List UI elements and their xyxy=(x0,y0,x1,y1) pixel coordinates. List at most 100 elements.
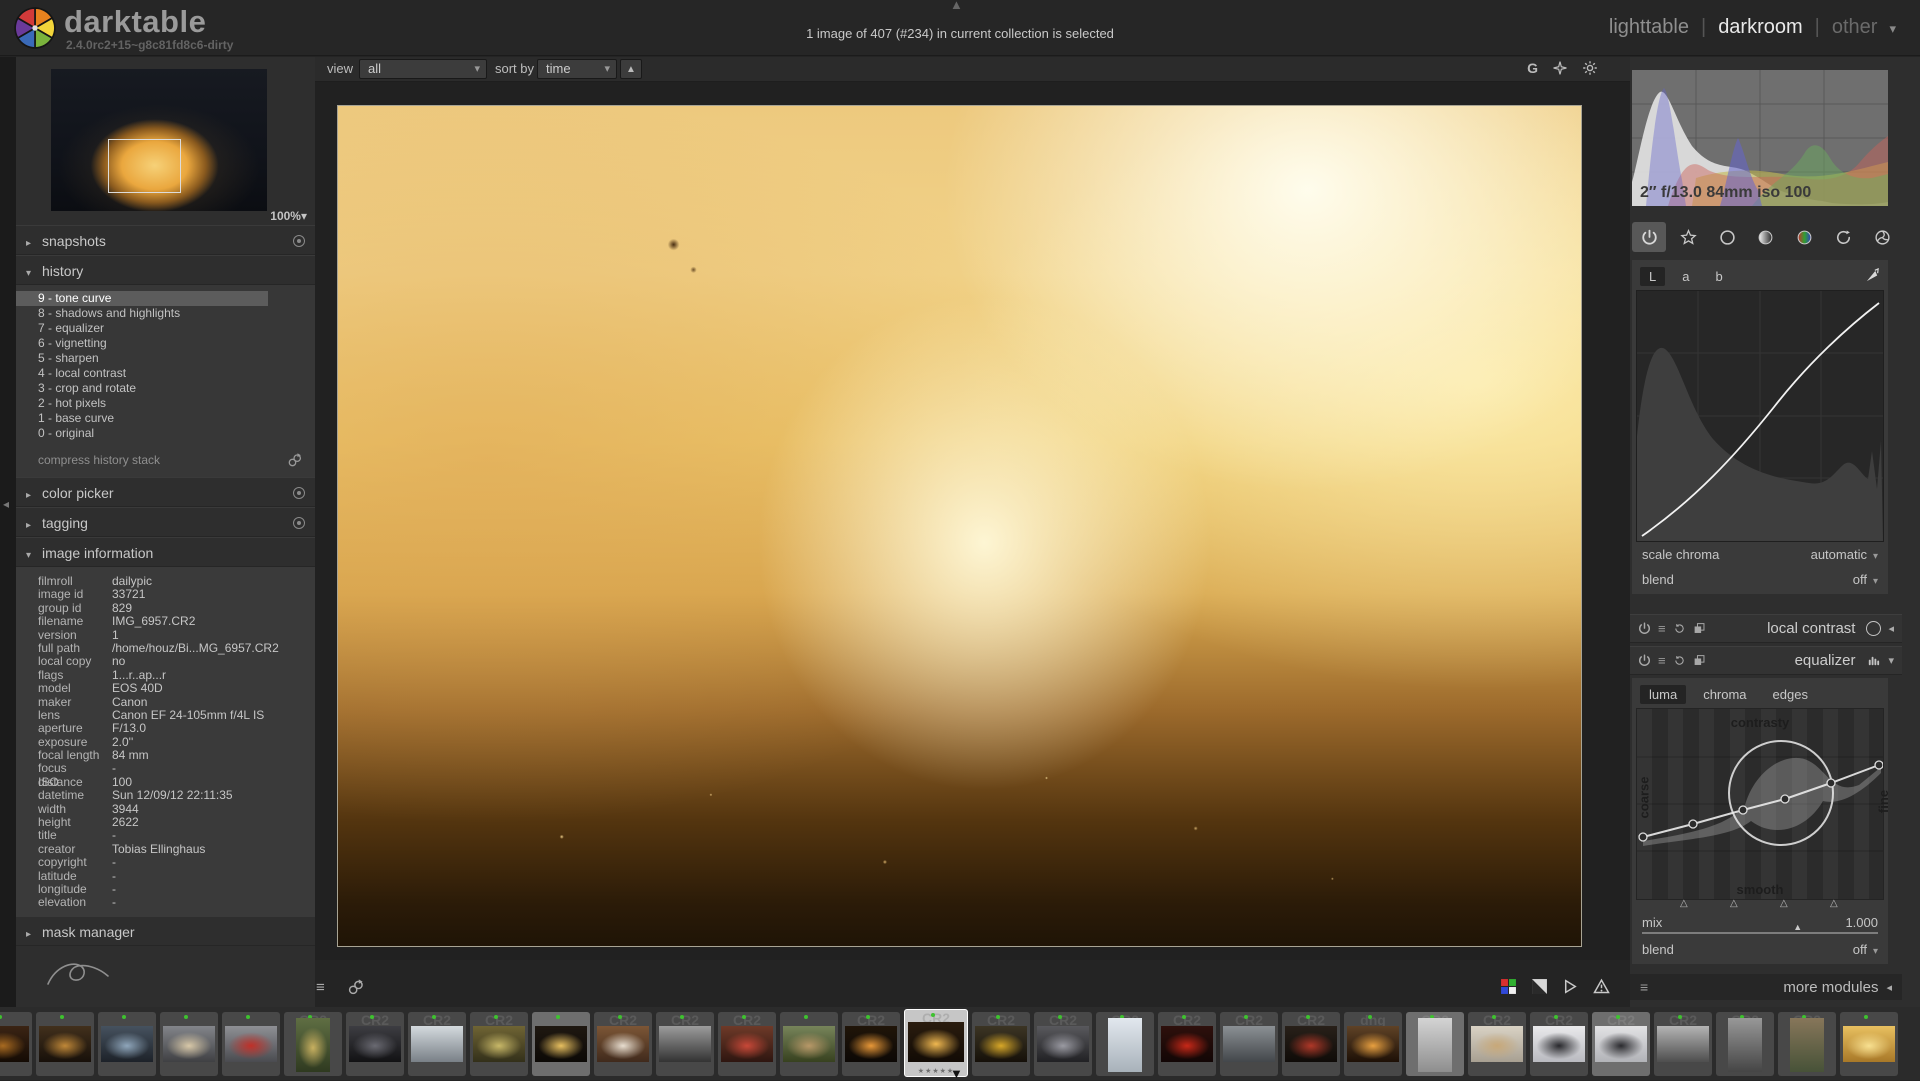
module-reset-icon[interactable] xyxy=(1673,654,1686,667)
zoom-level[interactable]: 100%▾ xyxy=(270,209,307,223)
view-filter-dropdown[interactable]: all▾ xyxy=(359,59,487,79)
view-other[interactable]: other xyxy=(1832,16,1878,38)
filmstrip-thumbnail[interactable]: CR2 xyxy=(1654,1012,1712,1076)
filmstrip-thumbnail[interactable] xyxy=(0,1012,32,1076)
tab-edges[interactable]: edges xyxy=(1764,685,1817,704)
gamut-check-icon[interactable] xyxy=(1500,978,1517,995)
history-item[interactable]: 4 - local contrast xyxy=(16,366,315,381)
equalizer-graph[interactable]: contrasty smooth coarse fine xyxy=(1636,708,1884,900)
filmstrip-thumbnail[interactable]: CR2 xyxy=(1282,1012,1340,1076)
module-expander-icon[interactable]: ▾ xyxy=(1888,654,1894,667)
sort-direction-button[interactable]: ▲ xyxy=(620,59,642,79)
filmstrip-thumbnail[interactable] xyxy=(160,1012,218,1076)
left-panel-collapse-icon[interactable]: ◂ xyxy=(3,497,9,511)
history-item[interactable]: 5 - sharpen xyxy=(16,351,315,366)
section-snapshots[interactable]: ▸snapshots xyxy=(16,225,315,255)
group-active-modules-icon[interactable] xyxy=(1632,222,1666,252)
history-item[interactable]: 0 - original xyxy=(16,426,315,441)
filmstrip-thumbnail[interactable] xyxy=(780,1012,838,1076)
module-presets-icon[interactable]: ≡ xyxy=(1658,621,1666,636)
warning-icon[interactable] xyxy=(1593,978,1610,995)
filmstrip-thumbnail[interactable]: CR2 xyxy=(1406,1012,1464,1076)
slider-track[interactable] xyxy=(1642,932,1878,934)
color-picker-icon[interactable] xyxy=(1865,268,1880,283)
tab-L[interactable]: L xyxy=(1640,267,1665,286)
group-tone-icon[interactable] xyxy=(1749,222,1783,252)
module-instance-icon[interactable] xyxy=(1693,622,1706,635)
section-history[interactable]: ▾history xyxy=(16,255,315,285)
tab-b[interactable]: b xyxy=(1706,267,1731,286)
tab-chroma[interactable]: chroma xyxy=(1694,685,1755,704)
main-image[interactable] xyxy=(337,105,1582,947)
filmstrip-thumbnail[interactable]: CR2 xyxy=(718,1012,776,1076)
filmstrip-thumbnail[interactable]: CR2 xyxy=(1530,1012,1588,1076)
filmstrip-thumbnail[interactable]: CR2 xyxy=(470,1012,528,1076)
history-item[interactable]: 7 - equalizer xyxy=(16,321,315,336)
module-presets-icon[interactable]: ≡ xyxy=(1658,653,1666,668)
more-modules-bar[interactable]: ≡ more modules ◂ xyxy=(1630,974,1902,1000)
tab-a[interactable]: a xyxy=(1673,267,1698,286)
menu-icon[interactable]: ≡ xyxy=(1640,979,1648,995)
section-color-picker[interactable]: ▸color picker xyxy=(16,477,315,507)
scale-chroma-row[interactable]: scale chroma automatic▾ xyxy=(1632,542,1888,567)
view-lighttable[interactable]: lighttable xyxy=(1609,16,1689,38)
blending-icon[interactable] xyxy=(1866,653,1881,668)
history-item[interactable]: 9 - tone curve xyxy=(16,291,268,306)
filmstrip-thumbnail[interactable]: CR2 xyxy=(346,1012,404,1076)
module-title[interactable]: equalizer xyxy=(1713,652,1856,669)
filmstrip-thumbnail[interactable]: CR2 xyxy=(1158,1012,1216,1076)
filmstrip-thumbnail[interactable] xyxy=(98,1012,156,1076)
module-power-icon[interactable] xyxy=(1638,622,1651,635)
group-favorites-icon[interactable] xyxy=(1671,222,1705,252)
group-effects-icon[interactable] xyxy=(1865,222,1899,252)
blend-value[interactable]: off xyxy=(1853,572,1867,587)
blend-row[interactable]: blend off▾ xyxy=(1632,567,1888,592)
top-panel-collapse-icon[interactable]: ▲ xyxy=(950,0,963,12)
tone-curve-graph[interactable] xyxy=(1636,290,1884,542)
section-mask-manager[interactable]: ▸mask manager xyxy=(16,916,315,946)
filmstrip-thumbnail[interactable]: CR2 xyxy=(1096,1012,1154,1076)
module-expander-icon[interactable]: ◂ xyxy=(1888,622,1894,635)
module-instance-icon[interactable] xyxy=(1693,654,1706,667)
history-item[interactable]: 2 - hot pixels xyxy=(16,396,315,411)
filmstrip-thumbnail[interactable]: CR2 xyxy=(972,1012,1030,1076)
filmstrip-thumbnail[interactable]: CR2 xyxy=(1220,1012,1278,1076)
section-tagging[interactable]: ▸tagging xyxy=(16,507,315,537)
filmstrip-thumbnail[interactable] xyxy=(222,1012,280,1076)
history-item[interactable]: 6 - vignetting xyxy=(16,336,315,351)
group-color-icon[interactable] xyxy=(1788,222,1822,252)
guides-toggle-button[interactable]: G xyxy=(1527,60,1538,76)
filmstrip-thumbnail[interactable] xyxy=(532,1012,590,1076)
filmstrip-thumbnail[interactable]: CR2 xyxy=(1716,1012,1774,1076)
sort-dropdown[interactable]: time▾ xyxy=(537,59,617,79)
history-item[interactable]: 3 - crop and rotate xyxy=(16,381,315,396)
blend-value[interactable]: off xyxy=(1853,942,1867,957)
filmstrip-thumbnail[interactable]: CR2 xyxy=(1468,1012,1526,1076)
create-style-icon[interactable] xyxy=(287,452,303,468)
gear-icon[interactable] xyxy=(1582,60,1598,76)
filmstrip-thumbnail[interactable] xyxy=(1840,1012,1898,1076)
filmstrip-thumbnail[interactable]: CR2 xyxy=(408,1012,466,1076)
presets-icon[interactable] xyxy=(293,517,305,529)
overexposure-icon[interactable] xyxy=(1531,978,1548,995)
filmstrip-thumbnail[interactable]: CR2 xyxy=(284,1012,342,1076)
viewport-rectangle[interactable] xyxy=(108,139,181,193)
blend-row[interactable]: blend off▾ xyxy=(1632,937,1888,962)
filmstrip-thumbnail[interactable]: CR2 xyxy=(842,1012,900,1076)
history-item[interactable]: 1 - base curve xyxy=(16,411,315,426)
history-item[interactable]: 8 - shadows and highlights xyxy=(16,306,315,321)
navigation-thumbnail[interactable] xyxy=(51,69,267,211)
compress-history-button[interactable]: compress history stack xyxy=(16,451,315,469)
section-image-information[interactable]: ▾image information xyxy=(16,537,315,567)
filmstrip-thumbnail[interactable]: CR2 xyxy=(594,1012,652,1076)
equalizer-module-header[interactable]: ≡ equalizer ▾ xyxy=(1630,646,1902,675)
slider-thumb-icon[interactable]: ▲ xyxy=(1793,922,1802,932)
star-rating[interactable]: ★★★★★ xyxy=(918,1067,954,1075)
module-reset-icon[interactable] xyxy=(1673,622,1686,635)
presets-icon[interactable] xyxy=(293,487,305,499)
group-basic-icon[interactable] xyxy=(1710,222,1744,252)
module-title[interactable]: local contrast xyxy=(1713,620,1856,637)
filmstrip-thumbnail[interactable]: CR2 xyxy=(1778,1012,1836,1076)
group-correction-icon[interactable] xyxy=(1827,222,1861,252)
module-power-icon[interactable] xyxy=(1638,654,1651,667)
